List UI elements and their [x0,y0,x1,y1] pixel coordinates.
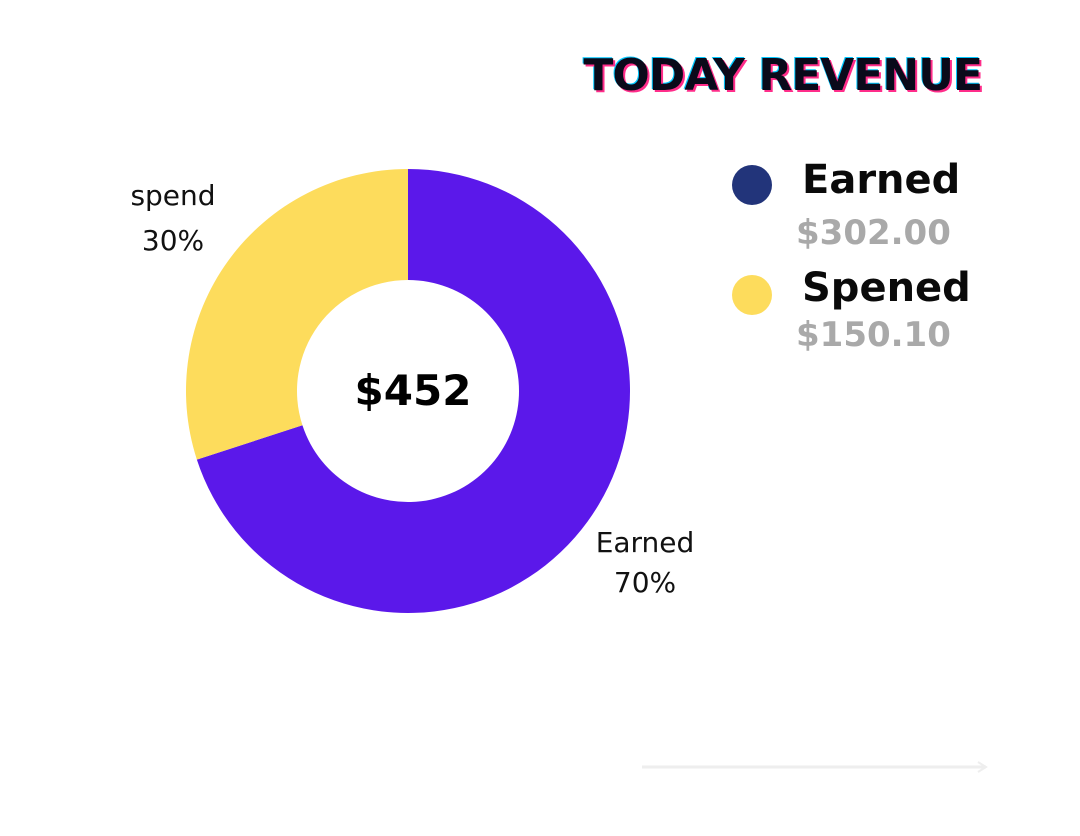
donut-slice-spend [185,168,408,460]
slice-label-spend-percent: 30% [142,224,204,257]
legend-amount-earned: $302.00 [796,213,951,253]
legend-label-spened: Spened [802,265,971,311]
legend-item-earned: Earned $302.00 [732,155,1032,265]
donut-chart: spend 30% Earned 70% [130,168,695,613]
legend-item-spened: Spened $150.10 [732,265,1032,375]
legend-amount-spened: $150.10 [796,315,951,355]
legend-dot-earned [732,165,772,205]
slice-label-earned-name: Earned [596,526,695,559]
legend-dot-spened [732,275,772,315]
slice-label-earned-percent: 70% [614,566,676,599]
chart-legend: Earned $302.00 Spened $150.10 [732,155,1032,375]
arrow-right-icon [642,761,988,773]
legend-label-earned: Earned [802,157,961,203]
donut-center-total: $452 [354,366,472,415]
slice-label-spend-name: spend [130,179,215,212]
